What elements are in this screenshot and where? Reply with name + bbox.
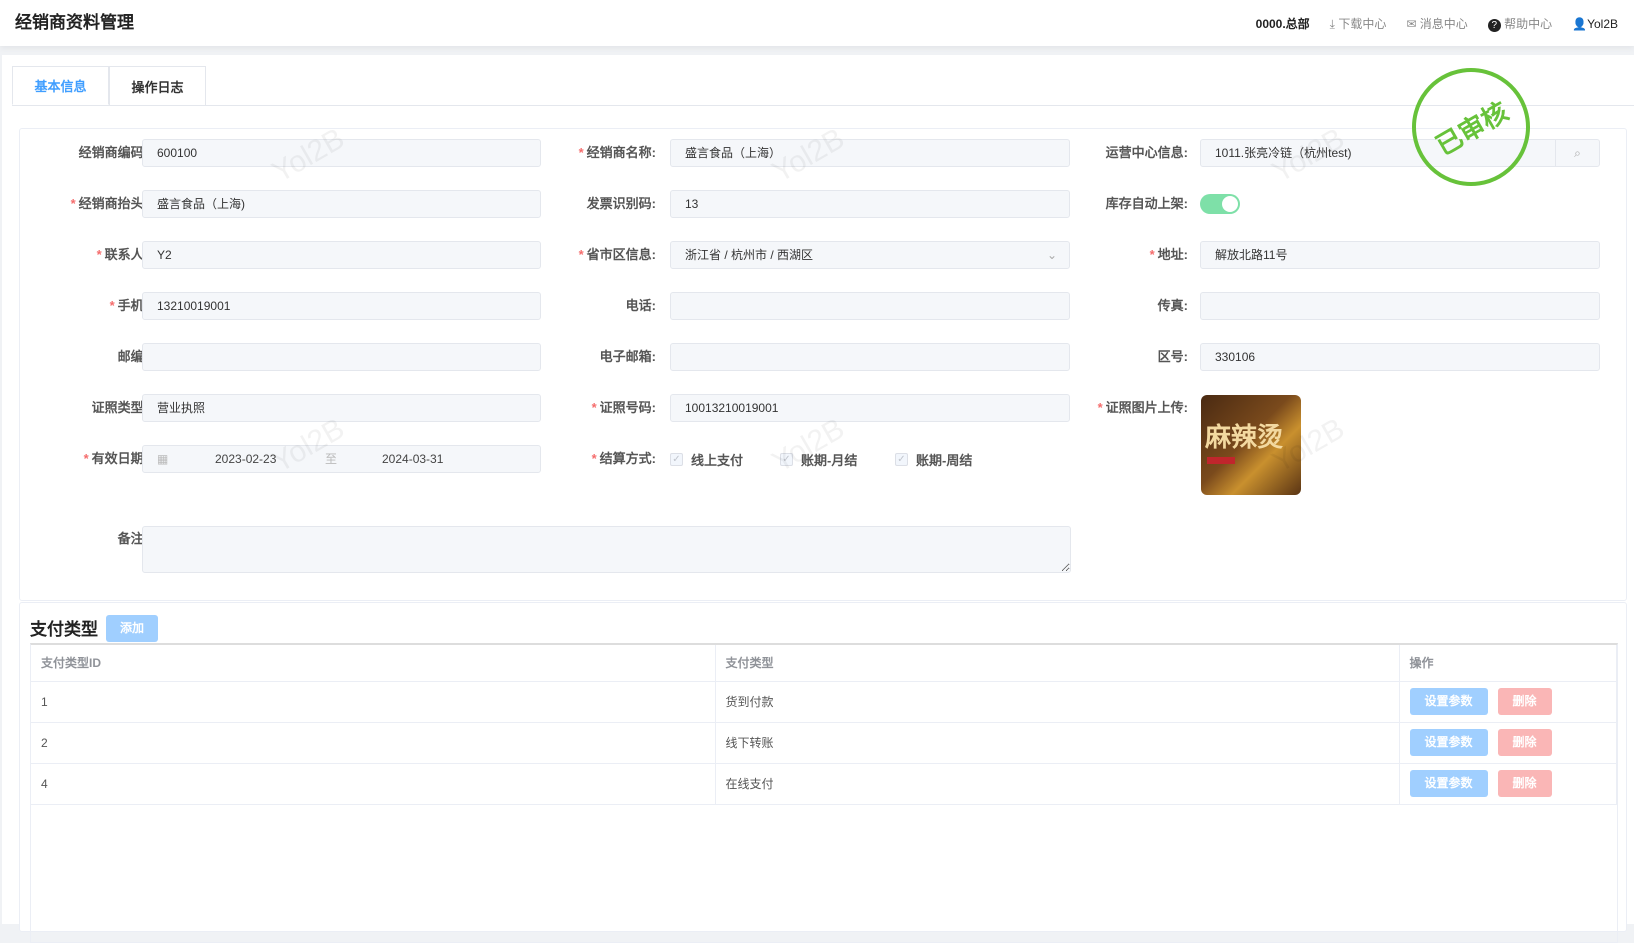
tab-divider [12,105,1634,106]
dealer-code-input[interactable]: 600100 [142,139,541,167]
remark-textarea[interactable] [142,526,1071,573]
calendar-icon: ▦ [157,452,169,466]
address-input[interactable]: 解放北路11号 [1200,241,1600,269]
table-row: 1 货到付款 设置参数 删除 [31,681,1617,723]
user-menu[interactable]: 👤Yol2B [1572,17,1618,31]
cell-id: 1 [31,681,716,723]
cell-id: 4 [31,763,716,805]
fax-input[interactable] [1200,292,1600,320]
cell-actions: 设置参数 删除 [1399,722,1617,764]
label-dealer-name: * 经销商名称: [578,145,656,160]
label-valid-date: * 有效日期: [83,451,148,466]
date-separator: 至 [325,452,338,466]
postcode-input[interactable] [142,343,541,371]
label-email: 电子邮箱: [599,349,656,364]
label-contact: * 联系人: [96,247,148,262]
invoice-id-input[interactable]: 13 [670,190,1070,218]
cell-type: 货到付款 [715,681,1400,723]
label-address: * 地址: [1149,247,1188,262]
license-no-input[interactable]: 10013210019001 [670,394,1070,422]
label-region: * 省市区信息: [578,247,656,262]
end-date[interactable]: 2024-03-31 [382,446,443,472]
set-params-button[interactable]: 设置参数 [1409,729,1488,756]
label-remark: 备注: [117,531,148,546]
license-image-thumbnail[interactable]: 麻辣烫 [1201,395,1301,495]
dealer-header-input[interactable]: 盛言食品（上海) [142,190,541,218]
check-icon: ✓ [670,452,683,466]
region-select[interactable]: 浙江省 / 杭州市 / 西湖区 ⌄ [670,241,1070,269]
label-license-no: * 证照号码: [591,400,656,415]
search-icon: ⌕ [1574,146,1581,160]
top-header: 经销商资料管理 0000.总部 ⤓ 下载中心 ✉ 消息中心 ? 帮助中心 👤Yo… [0,0,1634,46]
label-settlement: * 结算方式: [591,451,656,466]
table-header-row: 支付类型ID 支付类型 操作 [31,645,1617,682]
column-header-type: 支付类型 [715,645,1400,682]
tab-basic-info[interactable]: 基本信息 [12,66,109,105]
label-dealer-code: 经销商编码: [78,145,148,160]
delete-button[interactable]: 删除 [1497,729,1552,756]
dealer-name-input[interactable]: 盛言食品（上海） [670,139,1070,167]
column-header-id: 支付类型ID [31,645,716,682]
label-fax: 传真: [1157,298,1188,313]
start-date[interactable]: 2023-02-23 [215,446,276,472]
settlement-online-checkbox[interactable]: ✓ 线上支付 [670,445,743,473]
cell-type: 在线支付 [715,763,1400,805]
area-code-input[interactable]: 330106 [1200,343,1600,371]
table-row: 4 在线支付 设置参数 删除 [31,763,1617,805]
phone-input[interactable] [670,292,1070,320]
cell-actions: 设置参数 删除 [1399,681,1617,723]
payment-type-section: 支付类型 添加 支付类型ID 支付类型 操作 1 货到付款 设置参数 删除 2 线下转账… [19,602,1627,943]
check-icon: ✓ [895,452,908,466]
delete-button[interactable]: 删除 [1497,770,1552,797]
settlement-weekly-checkbox[interactable]: ✓ 账期-周结 [895,445,972,473]
message-center-link[interactable]: ✉ 消息中心 [1406,15,1467,32]
label-license-image: * 证照图片上传: [1097,400,1188,415]
cell-id: 2 [31,722,716,764]
basic-info-form: 经销商编码: 600100 * 经销商名称: 盛言食品（上海） 运营中心信息: 1… [19,122,1627,601]
set-params-button[interactable]: 设置参数 [1409,688,1488,715]
search-button[interactable]: ⌕ [1555,139,1600,167]
org-name[interactable]: 0000.总部 [1256,15,1310,32]
mobile-input[interactable]: 13210019001 [142,292,541,320]
label-ops-center: 运营中心信息: [1105,145,1188,160]
user-icon: 👤 [1572,16,1588,31]
check-icon: ✓ [780,452,793,466]
cell-actions: 设置参数 删除 [1399,763,1617,805]
label-area-code: 区号: [1157,349,1188,364]
download-center-link[interactable]: ⤓ 下载中心 [1330,15,1387,32]
contact-input[interactable]: Y2 [142,241,541,269]
valid-date-range[interactable]: ▦ 2023-02-23 至 2024-03-31 [142,445,541,473]
label-mobile: * 手机: [109,298,148,313]
column-header-actions: 操作 [1399,645,1617,682]
label-auto-shelf: 库存自动上架: [1105,196,1188,211]
label-license-type: 证照类型: [91,400,148,415]
add-payment-button[interactable]: 添加 [106,615,159,642]
license-type-input[interactable]: 营业执照 [142,394,541,422]
label-dealer-header: * 经销商抬头: [70,196,148,211]
label-phone: 电话: [625,298,656,313]
label-postcode: 邮编: [117,349,148,364]
settlement-monthly-checkbox[interactable]: ✓ 账期-月结 [780,445,857,473]
help-icon: ? [1487,19,1501,32]
help-center-link[interactable]: ? 帮助中心 [1487,15,1552,32]
page-title: 经销商资料管理 [15,13,134,32]
payment-type-table: 支付类型ID 支付类型 操作 1 货到付款 设置参数 删除 2 线下转账 设置参数 删除 4… [31,645,1617,805]
auto-shelf-toggle[interactable] [1200,194,1240,214]
delete-button[interactable]: 删除 [1497,688,1552,715]
payment-section-title: 支付类型 [30,620,98,639]
mail-icon: ✉ [1406,17,1417,31]
table-row: 2 线下转账 设置参数 删除 [31,722,1617,764]
set-params-button[interactable]: 设置参数 [1409,770,1488,797]
tab-operation-log[interactable]: 操作日志 [109,66,206,105]
chevron-down-icon: ⌄ [1046,248,1057,262]
cell-type: 线下转账 [715,722,1400,764]
label-invoice-id: 发票识别码: [586,196,656,211]
download-icon: ⤓ [1329,17,1335,31]
email-input[interactable] [670,343,1070,371]
